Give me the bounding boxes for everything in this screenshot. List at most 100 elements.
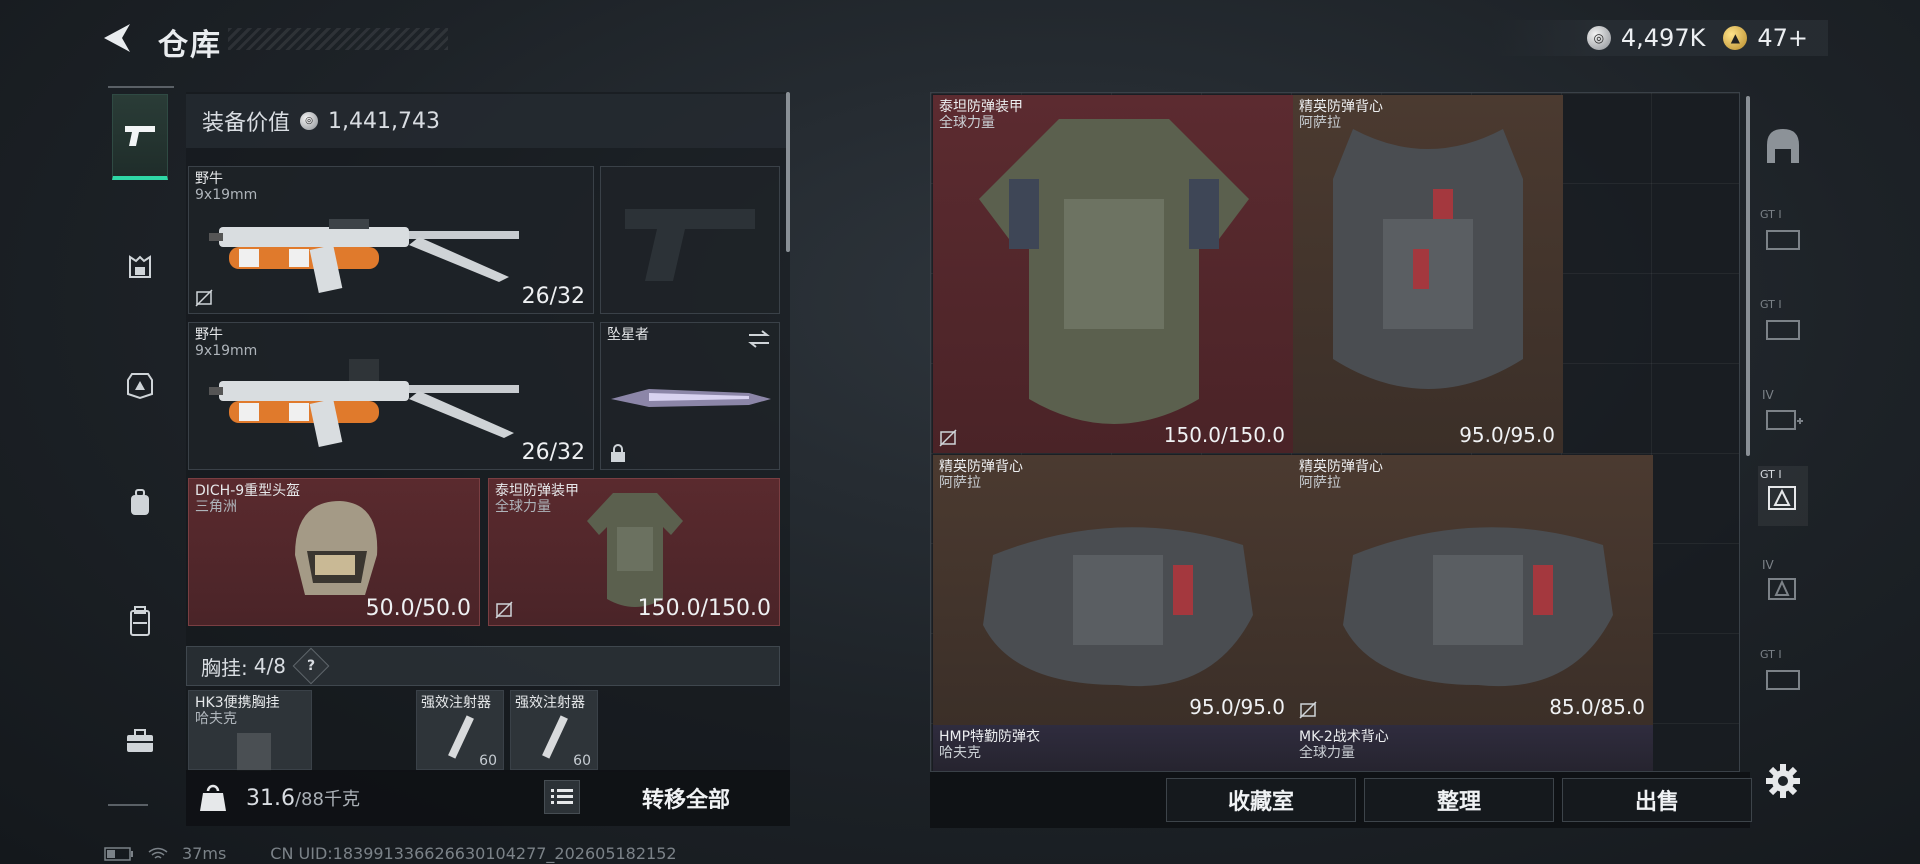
consumable-count: 60	[479, 753, 497, 769]
sort-button[interactable]: 整理	[1364, 778, 1554, 822]
primary-weapon-slot[interactable]: 野牛 9x19mm 26/32	[188, 166, 594, 314]
item-faction: 全球力量	[1299, 745, 1355, 761]
nav-item-backpack[interactable]	[112, 460, 168, 546]
storage-item[interactable]: HMP特勤防弹衣 哈夫克	[933, 725, 1293, 771]
equip-value-bar: 装备价值 ◎ 1,441,743	[186, 94, 790, 148]
storage-item[interactable]: MK-2战术背心 全球力量	[1293, 725, 1653, 771]
weapon-tier-filter-icon	[1766, 320, 1800, 340]
knife-image	[611, 389, 771, 407]
filter-tier-label: GT I	[1760, 208, 1782, 221]
storage-scrollbar[interactable]	[1746, 96, 1750, 456]
toolbox-icon	[127, 729, 153, 752]
ammo-filter-icon	[1768, 486, 1796, 510]
title-decoration	[228, 28, 448, 50]
equip-value: 1,441,743	[328, 108, 440, 134]
chest-rig-header: 胸挂: 4/8 ?	[186, 646, 780, 686]
syringe-image	[448, 715, 474, 759]
rig-item-image	[237, 733, 271, 771]
armor-name: 泰坦防弹装甲	[495, 483, 579, 499]
helmet-faction: 三角洲	[195, 499, 237, 515]
collection-button[interactable]: 收藏室	[1166, 778, 1356, 822]
filter-medkit[interactable]: IV	[1758, 386, 1808, 446]
storage-item[interactable]: 泰坦防弹装甲 全球力量 150.0/150.0	[933, 95, 1293, 453]
misc-filter-icon	[1766, 670, 1800, 690]
key-filter-icon	[1768, 578, 1796, 600]
currency-silver-value: 4,497K	[1620, 24, 1706, 52]
armor-tier-filter-icon	[1766, 230, 1800, 250]
storage-item[interactable]: 精英防弹背心 阿萨拉 95.0/95.0	[1293, 95, 1563, 453]
item-name: MK-2战术背心	[1299, 729, 1389, 745]
filter-helmet[interactable]	[1758, 116, 1808, 176]
helmet-icon	[129, 255, 151, 278]
armor-slot[interactable]: 泰坦防弹装甲 全球力量 150.0/150.0	[488, 478, 780, 626]
filter-misc[interactable]: GT I	[1758, 646, 1808, 706]
vest-image	[1343, 527, 1613, 687]
equip-value-label: 装备价值	[202, 111, 291, 136]
nav-item-chest-rig[interactable]	[112, 578, 168, 664]
consumable-name: 强效注射器	[515, 695, 585, 711]
status-bar: 37ms CN UID:183991336626630104277_202605…	[104, 844, 677, 863]
nav-item-toolbox[interactable]	[112, 698, 168, 784]
weight-max: /88千克	[294, 789, 360, 810]
consumable-slot[interactable]: 强效注射器 60	[510, 690, 598, 770]
helmet-filter-icon	[1767, 129, 1799, 163]
vest-image	[1333, 129, 1523, 389]
filter-tier-label: GT I	[1760, 298, 1782, 311]
category-nav	[108, 86, 174, 806]
item-faction: 阿萨拉	[939, 475, 981, 491]
transfer-all-button[interactable]: 转移全部	[586, 778, 786, 818]
filter-armor[interactable]: GT I	[1758, 206, 1808, 266]
secondary-weapon-slot[interactable]: 野牛 9x19mm 26/32	[188, 322, 594, 470]
melee-name: 坠星者	[607, 327, 649, 343]
nav-item-weapons[interactable]	[112, 94, 168, 180]
ping-value: 37ms	[182, 844, 227, 863]
storage-item[interactable]: 精英防弹背心 阿萨拉 95.0/95.0	[933, 455, 1293, 725]
filter-ammo[interactable]: GT I	[1758, 466, 1808, 526]
loadout-scrollbar[interactable]	[786, 92, 790, 252]
storage-footer: 收藏室 整理 出售	[930, 772, 1752, 828]
armor-icon	[127, 373, 153, 400]
loadout-footer: 31.6/88千克 转移全部	[186, 770, 790, 826]
uninsured-icon	[495, 601, 513, 619]
storage-filter-nav: GT I GT I IV GT I IV GT I	[1752, 96, 1814, 766]
help-icon[interactable]: ?	[292, 647, 330, 685]
currency-gold-value[interactable]: 47+	[1757, 24, 1808, 52]
item-name: 精英防弹背心	[1299, 99, 1383, 115]
weight-current: 31.6	[246, 786, 295, 811]
back-icon[interactable]	[100, 20, 136, 56]
uninsured-icon	[195, 289, 213, 307]
wifi-icon	[148, 847, 168, 859]
silver-coin-icon: ◎	[1586, 26, 1611, 50]
nav-item-helmet[interactable]	[112, 224, 168, 310]
rig-item-slot[interactable]: HK3便携胸挂 哈夫克	[188, 690, 312, 771]
settings-gear-icon[interactable]	[1764, 762, 1802, 800]
helmet-durability: 50.0/50.0	[365, 596, 471, 621]
filter-weapon[interactable]: GT I	[1758, 296, 1808, 356]
melee-slot[interactable]: 坠星者	[600, 322, 780, 470]
nav-divider	[108, 804, 148, 806]
consumable-slot[interactable]: 强效注射器 60	[416, 690, 504, 770]
item-name: 精英防弹背心	[939, 459, 1023, 475]
item-durability: 95.0/95.0	[1459, 423, 1555, 447]
sell-button[interactable]: 出售	[1562, 778, 1752, 822]
pistol-slot-empty[interactable]	[600, 166, 780, 314]
filter-tier-label: IV	[1762, 558, 1774, 572]
nav-item-armor[interactable]	[112, 342, 168, 428]
pistol-silhouette-icon	[625, 209, 755, 281]
storage-item[interactable]: 精英防弹背心 阿萨拉 85.0/85.0	[1293, 455, 1653, 725]
chest-rig-capacity: 4/8	[253, 654, 286, 678]
helmet-image	[295, 501, 378, 595]
backpack-icon	[131, 489, 149, 515]
item-durability: 150.0/150.0	[1163, 423, 1285, 447]
ammo-count: 26/32	[521, 440, 585, 465]
gold-coin-icon: ▲	[1723, 26, 1748, 50]
helmet-slot[interactable]: DICH-9重型头盔 三角洲 50.0/50.0	[188, 478, 480, 626]
filter-key[interactable]: IV	[1758, 556, 1808, 616]
filter-tier-label: GT I	[1760, 468, 1782, 481]
filter-tier-label: IV	[1762, 388, 1774, 402]
rig-item-name: HK3便携胸挂	[195, 695, 280, 711]
item-durability: 95.0/95.0	[1189, 695, 1285, 719]
swap-icon[interactable]	[747, 329, 771, 349]
weight-display: 31.6/88千克	[246, 785, 360, 811]
list-view-button[interactable]	[544, 780, 580, 814]
